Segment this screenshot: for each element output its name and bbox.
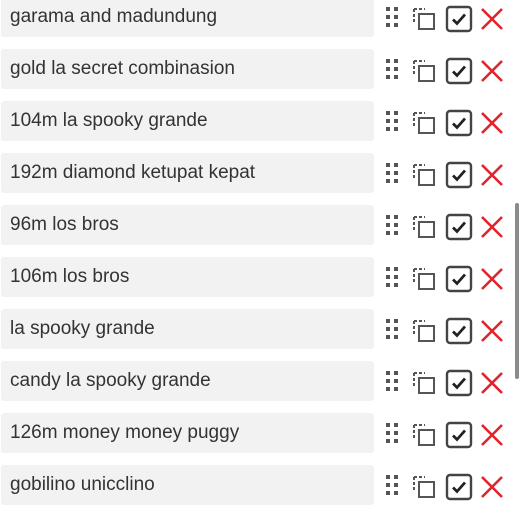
delete-x-icon[interactable] — [478, 369, 506, 397]
delete-x-icon[interactable] — [478, 421, 506, 449]
checkbox-check-icon[interactable] — [445, 57, 473, 85]
entry-text-field[interactable]: 106m los bros — [1, 257, 374, 297]
copy-icon[interactable] — [411, 369, 439, 397]
checkbox-check-icon[interactable] — [445, 317, 473, 345]
list-item: gobilino unicclino — [0, 462, 523, 514]
drag-handle-icon[interactable] — [378, 421, 406, 449]
copy-icon[interactable] — [411, 421, 439, 449]
drag-handle-icon[interactable] — [378, 5, 406, 33]
checkbox-check-icon[interactable] — [445, 473, 473, 501]
entry-text-field[interactable]: 96m los bros — [1, 205, 374, 245]
delete-x-icon[interactable] — [478, 265, 506, 293]
entry-text: la spooky grande — [10, 318, 155, 339]
delete-x-icon[interactable] — [478, 109, 506, 137]
delete-x-icon[interactable] — [478, 161, 506, 189]
drag-handle-icon[interactable] — [378, 161, 406, 189]
copy-icon[interactable] — [411, 161, 439, 189]
entry-text-field[interactable]: candy la spooky grande — [1, 361, 374, 401]
list-item: 104m la spooky grande — [0, 98, 523, 150]
list-item: 126m money money puggy — [0, 410, 523, 462]
drag-handle-icon[interactable] — [378, 213, 406, 241]
entry-list: garama and madundung gold la secret comb… — [0, 0, 523, 514]
drag-handle-icon[interactable] — [378, 265, 406, 293]
checkbox-check-icon[interactable] — [445, 369, 473, 397]
entry-text-field[interactable]: 126m money money puggy — [1, 413, 374, 453]
checkbox-check-icon[interactable] — [445, 109, 473, 137]
copy-icon[interactable] — [411, 5, 439, 33]
copy-icon[interactable] — [411, 265, 439, 293]
list-item: la spooky grande — [0, 306, 523, 358]
entry-text: 104m la spooky grande — [10, 110, 208, 131]
delete-x-icon[interactable] — [478, 5, 506, 33]
entry-list-viewport: garama and madundung gold la secret comb… — [0, 0, 523, 523]
drag-handle-icon[interactable] — [378, 57, 406, 85]
entry-text: candy la spooky grande — [10, 370, 211, 391]
entry-text-field[interactable]: 104m la spooky grande — [1, 101, 374, 141]
list-item: 192m diamond ketupat kepat — [0, 150, 523, 202]
entry-text-field[interactable]: gobilino unicclino — [1, 465, 374, 505]
entry-text: 96m los bros — [10, 214, 119, 235]
entry-text: 126m money money puggy — [10, 422, 240, 443]
list-item: 106m los bros — [0, 254, 523, 306]
entry-text-field[interactable]: la spooky grande — [1, 309, 374, 349]
copy-icon[interactable] — [411, 473, 439, 501]
copy-icon[interactable] — [411, 109, 439, 137]
drag-handle-icon[interactable] — [378, 473, 406, 501]
drag-handle-icon[interactable] — [378, 317, 406, 345]
entry-text: 192m diamond ketupat kepat — [10, 162, 256, 183]
drag-handle-icon[interactable] — [378, 109, 406, 137]
checkbox-check-icon[interactable] — [445, 213, 473, 241]
delete-x-icon[interactable] — [478, 57, 506, 85]
entry-text: gold la secret combinasion — [10, 58, 235, 79]
delete-x-icon[interactable] — [478, 213, 506, 241]
list-item: gold la secret combinasion — [0, 46, 523, 98]
copy-icon[interactable] — [411, 317, 439, 345]
drag-handle-icon[interactable] — [378, 369, 406, 397]
entry-text-field[interactable]: 192m diamond ketupat kepat — [1, 153, 374, 193]
checkbox-check-icon[interactable] — [445, 265, 473, 293]
delete-x-icon[interactable] — [478, 473, 506, 501]
entry-text-field[interactable]: gold la secret combinasion — [1, 49, 374, 89]
list-item: garama and madundung — [0, 0, 523, 46]
list-item: 96m los bros — [0, 202, 523, 254]
checkbox-check-icon[interactable] — [445, 5, 473, 33]
delete-x-icon[interactable] — [478, 317, 506, 345]
list-item: candy la spooky grande — [0, 358, 523, 410]
copy-icon[interactable] — [411, 213, 439, 241]
entry-text: 106m los bros — [10, 266, 130, 287]
copy-icon[interactable] — [411, 57, 439, 85]
entry-text-field[interactable]: garama and madundung — [1, 0, 374, 37]
scrollbar[interactable] — [515, 203, 519, 379]
entry-text: garama and madundung — [10, 6, 218, 27]
checkbox-check-icon[interactable] — [445, 161, 473, 189]
entry-text: gobilino unicclino — [10, 474, 155, 495]
checkbox-check-icon[interactable] — [445, 421, 473, 449]
